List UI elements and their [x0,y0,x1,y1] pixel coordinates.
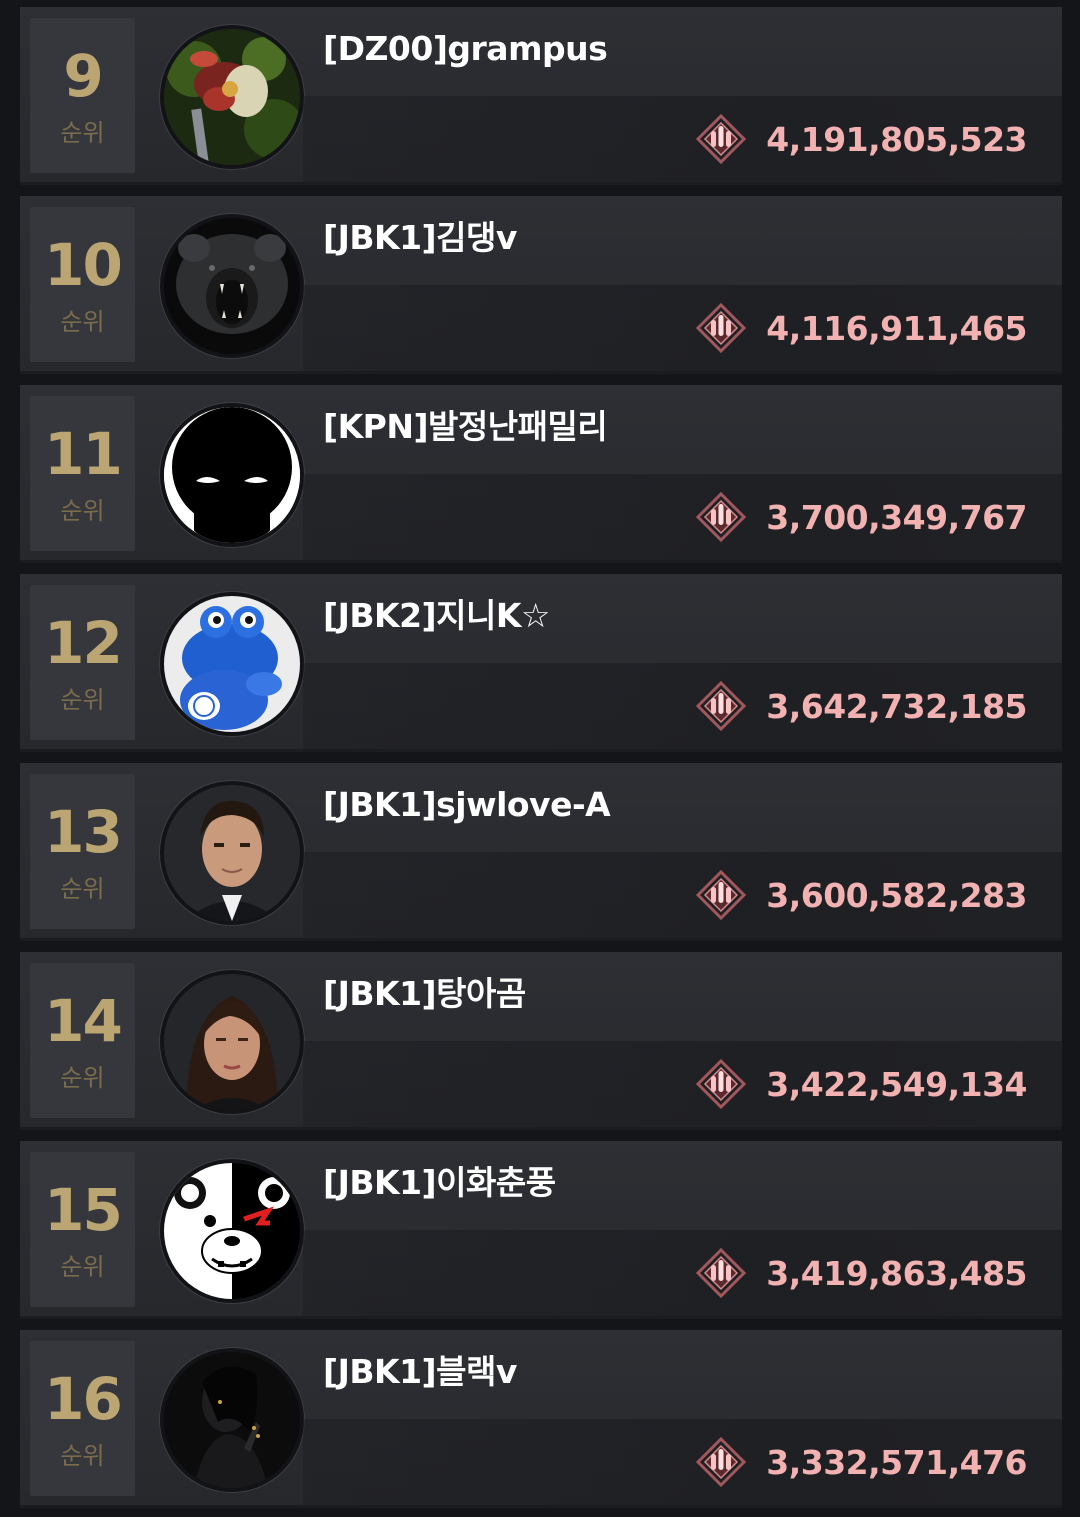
player-name: [JBK1]탕아곰 [323,974,526,1013]
rank-number: 10 [44,231,123,299]
score-bar: 3,419,863,485 [303,1230,1062,1316]
ranking-list: 9 순위 [DZ00]grampus 4,191,805,523 10 순위 [… [0,0,1080,1517]
score-value: 3,600,582,283 [766,875,1027,915]
score-value: 3,642,732,185 [766,686,1027,726]
rank-badge: 16 순위 [30,1341,135,1496]
monokuma-bear-avatar[interactable] [160,1159,304,1303]
dark-figure-avatar[interactable] [160,1348,304,1492]
flower-avatar[interactable] [160,25,304,169]
roaring-bear-avatar[interactable] [160,214,304,358]
score-value: 3,700,349,767 [766,497,1027,537]
rank-label: 순위 [60,875,105,903]
blue-frog-avatar[interactable] [160,592,304,736]
score-value: 4,191,805,523 [766,119,1027,159]
bullets-emblem-icon [696,302,747,354]
player-name: [DZ00]grampus [323,29,608,68]
ranking-row-12[interactable]: 12 순위 [JBK2]지니K☆ 3,642,732,185 [20,574,1062,752]
score-bar: 3,642,732,185 [303,663,1062,749]
rank-badge: 10 순위 [30,207,135,362]
ranking-row-10[interactable]: 10 순위 [JBK1]김댕v 4,116,911,465 [20,196,1062,374]
rank-label: 순위 [60,119,105,147]
rank-badge: 14 순위 [30,963,135,1118]
score-value: 3,332,571,476 [766,1442,1027,1482]
rank-label: 순위 [60,308,105,336]
score-bar: 3,332,571,476 [303,1419,1062,1505]
player-name: [JBK2]지니K☆ [323,596,551,635]
bullets-emblem-icon [696,680,747,732]
man-in-suit-avatar[interactable] [160,781,304,925]
shadow-creature-avatar[interactable] [160,403,304,547]
ranking-row-9[interactable]: 9 순위 [DZ00]grampus 4,191,805,523 [20,7,1062,185]
player-name: [KPN]발정난패밀리 [323,407,608,446]
rank-label: 순위 [60,1064,105,1092]
rank-number: 12 [44,609,123,677]
woman-portrait-avatar[interactable] [160,970,304,1114]
bullets-emblem-icon [696,113,747,165]
ranking-row-13[interactable]: 13 순위 [JBK1]sjwlove-A 3,600,582,283 [20,763,1062,941]
player-name: [JBK1]이화춘풍 [323,1163,556,1202]
score-bar: 4,116,911,465 [303,285,1062,371]
bullets-emblem-icon [696,1247,747,1299]
score-value: 3,419,863,485 [766,1253,1027,1293]
bullets-emblem-icon [696,491,747,543]
score-bar: 3,700,349,767 [303,474,1062,560]
score-value: 3,422,549,134 [766,1064,1027,1104]
rank-number: 15 [44,1176,123,1244]
score-value: 4,116,911,465 [766,308,1027,348]
rank-number: 14 [44,987,123,1055]
rank-number: 11 [44,420,123,488]
score-bar: 4,191,805,523 [303,96,1062,182]
ranking-row-14[interactable]: 14 순위 [JBK1]탕아곰 3,422,549,134 [20,952,1062,1130]
ranking-row-11[interactable]: 11 순위 [KPN]발정난패밀리 3,700,349,767 [20,385,1062,563]
bullets-emblem-icon [696,1058,747,1110]
bullets-emblem-icon [696,869,747,921]
player-name: [JBK1]블랙v [323,1352,517,1391]
rank-number: 9 [63,42,103,110]
rank-badge: 9 순위 [30,18,135,173]
rank-badge: 11 순위 [30,396,135,551]
rank-number: 16 [44,1365,123,1433]
bullets-emblem-icon [696,1436,747,1488]
rank-label: 순위 [60,1253,105,1281]
player-name: [JBK1]sjwlove-A [323,785,611,824]
rank-label: 순위 [60,1442,105,1470]
ranking-row-16[interactable]: 16 순위 [JBK1]블랙v 3,332,571,476 [20,1330,1062,1508]
ranking-row-15[interactable]: 15 순위 [JBK1]이화춘풍 3,419,863,485 [20,1141,1062,1319]
rank-number: 13 [44,798,123,866]
rank-label: 순위 [60,497,105,525]
score-bar: 3,600,582,283 [303,852,1062,938]
rank-badge: 15 순위 [30,1152,135,1307]
score-bar: 3,422,549,134 [303,1041,1062,1127]
player-name: [JBK1]김댕v [323,218,517,257]
rank-badge: 13 순위 [30,774,135,929]
rank-label: 순위 [60,686,105,714]
rank-badge: 12 순위 [30,585,135,740]
